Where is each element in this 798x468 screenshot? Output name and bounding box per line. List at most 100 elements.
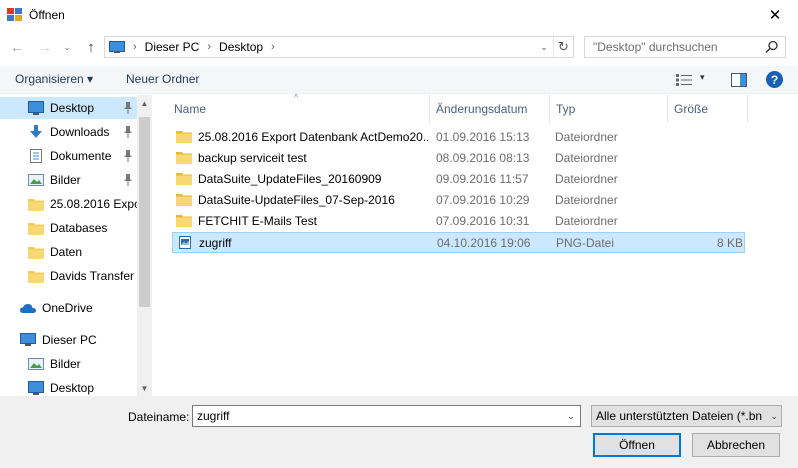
table-row[interactable]: DataSuite_UpdateFiles_20160909 09.09.201…	[172, 169, 745, 190]
filename-dropdown-button[interactable]: ⌄	[562, 406, 580, 426]
file-size	[670, 127, 742, 146]
table-row[interactable]: zugriff 04.10.2016 19:06 PNG-Datei 8 KB	[172, 232, 745, 253]
sidebar-item-label: Desktop	[50, 381, 95, 395]
table-row[interactable]: FETCHIT E-Mails Test 07.09.2016 10:31 Da…	[172, 211, 745, 232]
filename-input[interactable]: zugriff	[192, 405, 581, 427]
search-icon[interactable]	[765, 40, 779, 54]
cloud-icon	[20, 304, 36, 313]
file-name-cell: DataSuite-UpdateFiles_07-Sep-2016	[176, 190, 428, 209]
app-icon	[7, 8, 22, 21]
sidebar-item-label: Dokumente	[50, 149, 112, 163]
up-button[interactable]: ↑	[80, 37, 102, 57]
preview-pane-icon[interactable]	[731, 73, 747, 87]
folder-icon	[176, 152, 192, 164]
file-name: backup serviceit test	[198, 150, 307, 165]
folder-icon	[176, 215, 192, 227]
table-row[interactable]: backup serviceit test 08.09.2016 08:13 D…	[172, 148, 745, 169]
recent-locations-button[interactable]: ⌄	[60, 37, 74, 57]
column-header-date[interactable]: Änderungsdatum	[430, 95, 550, 123]
sidebar-scrollbar[interactable]: ▲ ▼	[137, 95, 152, 396]
view-dropdown-button[interactable]: ▾	[700, 72, 705, 83]
sidebar-item-label: Bilder	[50, 173, 81, 187]
open-button[interactable]: Öffnen	[593, 433, 681, 457]
breadcrumb-separator[interactable]: ›	[271, 41, 275, 53]
bottom-panel: Dateiname: zugriff ⌄ Alle unterstützten …	[0, 396, 798, 468]
download-icon	[30, 125, 42, 138]
sidebar-item-documents[interactable]: Dokumente	[0, 145, 137, 167]
column-header-size[interactable]: Größe	[668, 95, 748, 123]
folder-icon	[28, 223, 44, 235]
sidebar-item-export-folder[interactable]: 25.08.2016 Export	[0, 193, 137, 215]
pin-icon[interactable]	[123, 126, 133, 138]
file-size	[670, 190, 742, 209]
file-date: 04.10.2016 19:06	[437, 235, 531, 250]
cancel-button[interactable]: Abbrechen	[692, 433, 780, 457]
file-list[interactable]: ^ Name Änderungsdatum Typ Größe 25.08.20…	[152, 92, 798, 396]
search-input[interactable]: "Desktop" durchsuchen	[584, 36, 786, 58]
filename-label: Dateiname:	[128, 410, 190, 424]
file-name-cell: DataSuite_UpdateFiles_20160909	[176, 169, 428, 188]
address-dropdown-button[interactable]: ⌄	[535, 37, 553, 57]
table-row[interactable]: 25.08.2016 Export Datenbank ActDemo20...…	[172, 127, 745, 148]
file-date: 07.09.2016 10:29	[436, 192, 530, 207]
sidebar-item-onedrive[interactable]: OneDrive	[0, 297, 137, 319]
breadcrumb-separator[interactable]: ›	[207, 41, 211, 53]
breadcrumb-desktop[interactable]: Desktop	[219, 40, 263, 54]
file-type-filter-select[interactable]: Alle unterstützten Dateien (*.bn ⌄	[591, 405, 782, 427]
sidebar-item-desktop-pc[interactable]: Desktop	[0, 377, 137, 396]
scroll-down-button[interactable]: ▼	[137, 380, 152, 396]
file-date: 07.09.2016 10:31	[436, 213, 530, 228]
file-name: 25.08.2016 Export Datenbank ActDemo20...	[198, 129, 428, 144]
sidebar-item-label: OneDrive	[42, 301, 93, 315]
sidebar-item-daten[interactable]: Daten	[0, 241, 137, 263]
pin-icon[interactable]	[123, 102, 133, 114]
sidebar-item-downloads[interactable]: Downloads	[0, 121, 137, 143]
pictures-icon	[28, 174, 44, 186]
sidebar-item-label: Davids Transfer	[50, 269, 135, 283]
pin-icon[interactable]	[123, 174, 133, 186]
sidebar-item-pictures[interactable]: Bilder	[0, 169, 137, 191]
file-name-cell: 25.08.2016 Export Datenbank ActDemo20...	[176, 127, 428, 146]
close-button[interactable]: ✕	[752, 0, 798, 30]
folder-icon	[28, 199, 44, 211]
file-type: Dateiordner	[555, 129, 618, 144]
column-header-name[interactable]: Name	[168, 95, 430, 123]
breadcrumb-this-pc[interactable]: Dieser PC	[145, 40, 200, 54]
computer-icon	[20, 333, 36, 346]
back-button[interactable]: ←	[6, 37, 28, 57]
sidebar-item-davids-transfer[interactable]: Davids Transfer	[0, 265, 137, 287]
chevron-down-icon: ⌄	[770, 411, 778, 421]
sidebar-item-this-pc[interactable]: Dieser PC	[0, 329, 137, 351]
sidebar-item-desktop[interactable]: Desktop	[0, 97, 137, 119]
file-name: DataSuite-UpdateFiles_07-Sep-2016	[198, 192, 395, 207]
sidebar-item-label: Daten	[50, 245, 83, 259]
column-header-type[interactable]: Typ	[550, 95, 668, 123]
title-bar: Öffnen ✕	[0, 0, 798, 30]
navigation-pane[interactable]: Desktop Downloads Dokumente Bilder 25.08…	[0, 95, 152, 396]
file-size: 8 KB	[716, 235, 743, 250]
sidebar-item-databases[interactable]: Databases	[0, 217, 137, 239]
desktop-icon	[28, 101, 44, 115]
scroll-thumb[interactable]	[139, 117, 150, 307]
pin-icon[interactable]	[123, 150, 133, 162]
folder-icon	[176, 173, 192, 185]
breadcrumb-separator: ›	[133, 41, 137, 53]
file-name-cell: backup serviceit test	[176, 148, 428, 167]
sidebar-item-label: Desktop	[50, 101, 95, 115]
file-name-cell: FETCHIT E-Mails Test	[176, 211, 428, 230]
help-icon[interactable]: ?	[766, 71, 783, 88]
forward-button[interactable]: →	[34, 37, 56, 57]
view-options-icon[interactable]	[676, 74, 692, 86]
new-folder-button[interactable]: Neuer Ordner	[126, 72, 199, 86]
table-row[interactable]: DataSuite-UpdateFiles_07-Sep-2016 07.09.…	[172, 190, 745, 211]
file-type: PNG-Datei	[556, 235, 615, 250]
scroll-up-button[interactable]: ▲	[137, 95, 152, 111]
file-type: Dateiordner	[555, 171, 618, 186]
search-placeholder: "Desktop" durchsuchen	[593, 40, 718, 54]
refresh-button[interactable]: ↻	[553, 37, 573, 57]
address-bar[interactable]: › Dieser PC › Desktop › ⌄ ↻	[104, 36, 574, 58]
file-name: DataSuite_UpdateFiles_20160909	[198, 171, 382, 186]
sidebar-item-pictures-pc[interactable]: Bilder	[0, 353, 137, 375]
folder-icon	[176, 194, 192, 206]
organize-button[interactable]: Organisieren ▾	[15, 72, 93, 86]
